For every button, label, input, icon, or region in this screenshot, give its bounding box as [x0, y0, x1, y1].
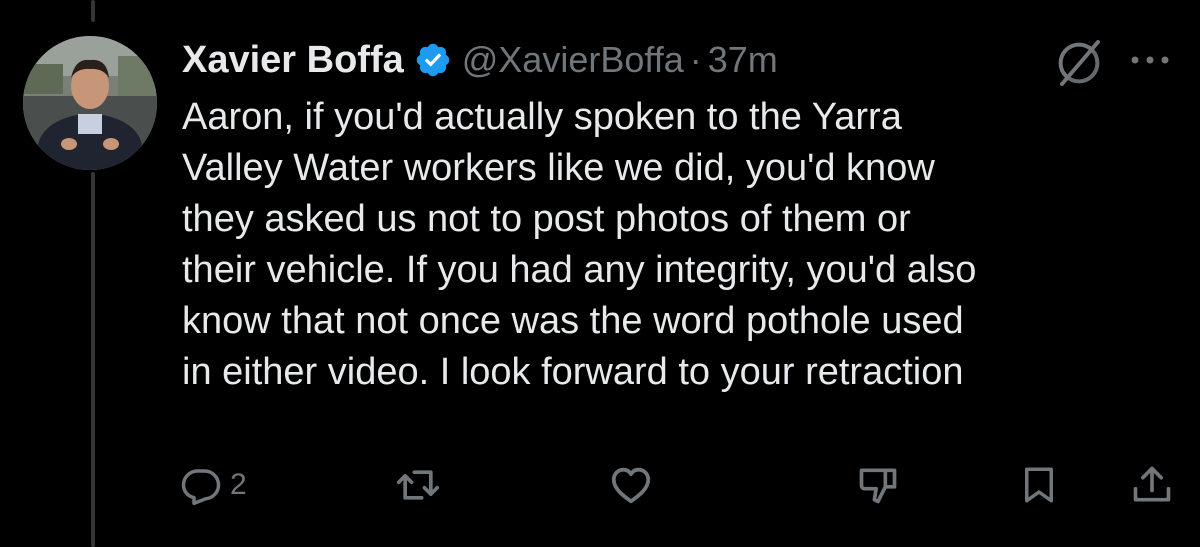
thread-line-top	[91, 0, 95, 22]
author-handle[interactable]: @XavierBoffa	[462, 39, 684, 81]
separator-dot: ·	[689, 39, 702, 80]
verified-badge-icon[interactable]	[414, 41, 452, 79]
heart-icon	[608, 462, 654, 508]
bookmark-icon	[1018, 464, 1060, 506]
profile-photo-icon	[23, 36, 157, 170]
repost-button[interactable]	[396, 460, 440, 510]
grok-icon[interactable]	[1052, 36, 1106, 90]
like-button[interactable]	[608, 460, 654, 510]
post-text-line: they asked us not to post photos of them…	[182, 198, 911, 240]
post-header: Xavier Boffa @XavierBoffa · 37m	[182, 30, 778, 90]
bookmark-button[interactable]	[1018, 460, 1060, 510]
share-button[interactable]	[1130, 460, 1174, 510]
post-text-line: Aaron, if you'd actually spoken to the Y…	[182, 96, 902, 138]
post-text-line: Valley Water workers like we did, you'd …	[182, 147, 935, 189]
post-timestamp[interactable]: 37m	[708, 39, 778, 81]
post-text-line: their vehicle. If you had any integrity,…	[182, 249, 977, 291]
post-text-line: in either video. I look forward to your …	[182, 351, 964, 393]
avatar[interactable]	[23, 36, 157, 170]
post-text: Aaron, if you'd actually spoken to the Y…	[182, 92, 1172, 398]
repost-icon	[396, 463, 440, 507]
share-icon	[1130, 463, 1174, 507]
reply-icon	[180, 464, 222, 506]
reply-button[interactable]: 2	[180, 460, 247, 510]
downvote-button[interactable]	[856, 460, 900, 510]
author-display-name[interactable]: Xavier Boffa	[182, 39, 404, 82]
post-text-line: know that not once was the word pothole …	[182, 300, 964, 342]
thread-line-bottom	[91, 172, 95, 547]
more-icon[interactable]	[1128, 50, 1172, 70]
reply-count: 2	[230, 468, 247, 501]
thumbs-down-icon	[856, 463, 900, 507]
action-bar: 2	[180, 460, 1180, 510]
